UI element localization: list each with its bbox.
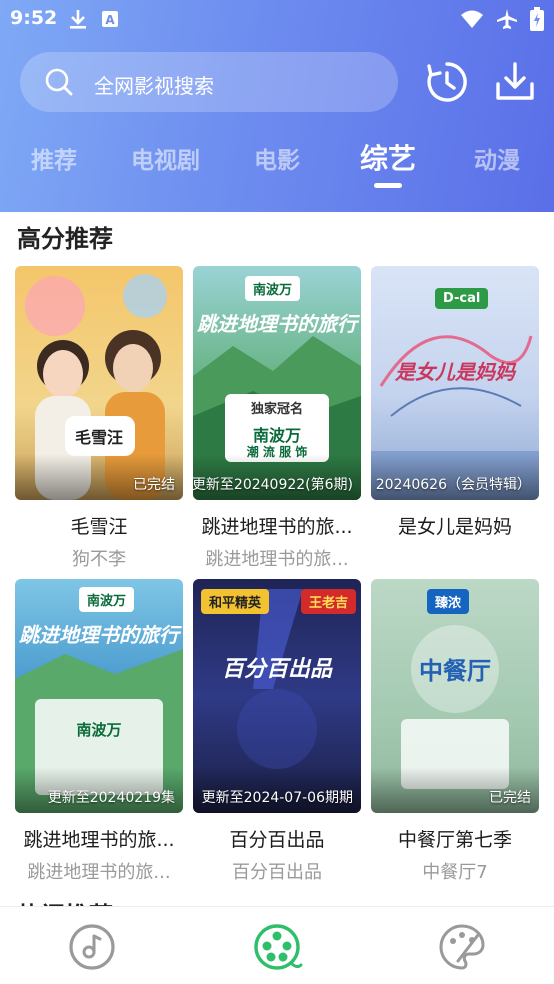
- show-title: 是女儿是妈妈: [397, 516, 512, 538]
- history-button[interactable]: [425, 60, 469, 104]
- brand-logo: 臻浓: [427, 589, 470, 614]
- history-icon: [425, 62, 469, 108]
- poster-sponsor-brand: 南波万: [76, 721, 122, 739]
- show-title: 毛雪汪: [70, 516, 128, 538]
- brand-logo: 南波万: [79, 587, 135, 612]
- brand-logo: 和平精英: [201, 589, 270, 614]
- tab-movies[interactable]: 电影: [254, 141, 300, 175]
- app-root: 9:52 A 全网影视搜索 推荐 电视剧 电影 综艺 动漫 高分推荐 毛雪汪 已…: [0, 0, 554, 984]
- download-icon: [68, 8, 88, 34]
- brand-logo: 南波万: [245, 276, 301, 301]
- nav-video[interactable]: [251, 921, 303, 973]
- poster-title-art: 跳进地理书的旅行: [19, 623, 179, 647]
- status-right-icons: [460, 7, 544, 35]
- brand-logo: D-cal: [435, 288, 489, 309]
- show-card[interactable]: 毛雪汪 已完结 毛雪汪 狗不李: [15, 266, 183, 571]
- show-subtitle: 狗不李: [72, 549, 126, 570]
- music-disc-icon: [66, 924, 118, 977]
- show-subtitle: 跳进地理书的旅...: [205, 549, 349, 570]
- search-input[interactable]: 全网影视搜索: [20, 52, 398, 112]
- show-card[interactable]: 臻浓 中餐厅 已完结 中餐厅第七季 中餐厅7: [371, 579, 539, 884]
- show-title: 中餐厅第七季: [397, 829, 512, 851]
- status-badge: 20240626（会员特辑）: [375, 477, 531, 493]
- tab-indicator: [374, 183, 402, 188]
- poster-image: 毛雪汪 已完结: [15, 266, 183, 500]
- search-placeholder: 全网影视搜索: [94, 74, 214, 98]
- battery-icon: [530, 7, 544, 35]
- poster-image: 臻浓 中餐厅 已完结: [371, 579, 539, 813]
- show-title: 跳进地理书的旅...: [23, 829, 175, 851]
- poster-image: 南波万 跳进地理书的旅行 独家冠名 南波万 潮 流 服 饰 更新至2024092…: [193, 266, 361, 500]
- nav-theme[interactable]: [436, 921, 488, 973]
- show-subtitle: 跳进地理书的旅...: [27, 862, 171, 883]
- brand-logo-secondary: 王老吉: [301, 589, 357, 614]
- poster-title-art: 是女儿是妈妈: [395, 360, 515, 384]
- svg-text:A: A: [105, 13, 115, 27]
- show-subtitle: 中餐厅7: [422, 862, 488, 883]
- wifi-icon: [460, 9, 484, 33]
- section-title-high-score: 高分推荐: [17, 225, 113, 253]
- download-icon: [493, 62, 537, 108]
- show-card[interactable]: 南波万 跳进地理书的旅行 独家冠名 南波万 潮 流 服 饰 更新至2024092…: [193, 266, 361, 571]
- poster-title-art: 百分百出品: [221, 657, 332, 682]
- bottom-nav: [0, 906, 554, 984]
- status-badge: 更新至20240219集: [47, 790, 175, 806]
- poster-title-art: 中餐厅: [419, 657, 491, 685]
- tab-anime[interactable]: 动漫: [474, 141, 520, 175]
- show-card[interactable]: 和平精英 王老吉 百分百出品 更新至2024-07-06期期 百分百出品 百分百…: [193, 579, 361, 884]
- download-button[interactable]: [493, 60, 537, 104]
- poster-image: 和平精英 王老吉 百分百出品 更新至2024-07-06期期: [193, 579, 361, 813]
- status-bar: 9:52 A: [0, 0, 554, 38]
- show-card[interactable]: D-cal 是女儿是妈妈 20240626（会员特辑） 是女儿是妈妈: [371, 266, 539, 545]
- text-a-icon: A: [100, 8, 120, 34]
- status-badge: 更新至2024-07-06期期: [201, 790, 353, 806]
- status-time: 9:52: [10, 7, 58, 29]
- poster-title-art: 跳进地理书的旅行: [197, 312, 357, 336]
- show-subtitle: 百分百出品: [232, 862, 322, 883]
- status-badge: 已完结: [133, 477, 175, 493]
- show-title: 百分百出品: [229, 829, 325, 851]
- nav-music[interactable]: [66, 921, 118, 973]
- header: 9:52 A 全网影视搜索 推荐 电视剧 电影 综艺 动漫: [0, 0, 554, 212]
- tab-tv-series[interactable]: 电视剧: [131, 141, 200, 175]
- poster-title-art: 毛雪汪: [74, 428, 123, 447]
- status-badge: 已完结: [489, 790, 531, 806]
- tab-recommend[interactable]: 推荐: [31, 141, 77, 175]
- show-card[interactable]: 南波万 跳进地理书的旅行 南波万 更新至20240219集 跳进地理书的旅...…: [15, 579, 183, 884]
- poster-image: D-cal 是女儿是妈妈 20240626（会员特辑）: [371, 266, 539, 500]
- airplane-icon: [496, 8, 518, 34]
- status-left-icons: A: [68, 8, 120, 34]
- film-reel-icon: [251, 924, 303, 977]
- search-icon: [44, 67, 74, 97]
- palette-icon: [436, 924, 488, 977]
- tab-variety[interactable]: 综艺: [360, 137, 416, 177]
- category-tabs: 推荐 电视剧 电影 综艺 动漫: [0, 135, 554, 195]
- show-title: 跳进地理书的旅...: [201, 516, 353, 538]
- status-badge: 更新至20240922(第6期): [193, 477, 353, 493]
- poster-image: 南波万 跳进地理书的旅行 南波万 更新至20240219集: [15, 579, 183, 813]
- poster-sponsor-line: 独家冠名: [250, 402, 303, 417]
